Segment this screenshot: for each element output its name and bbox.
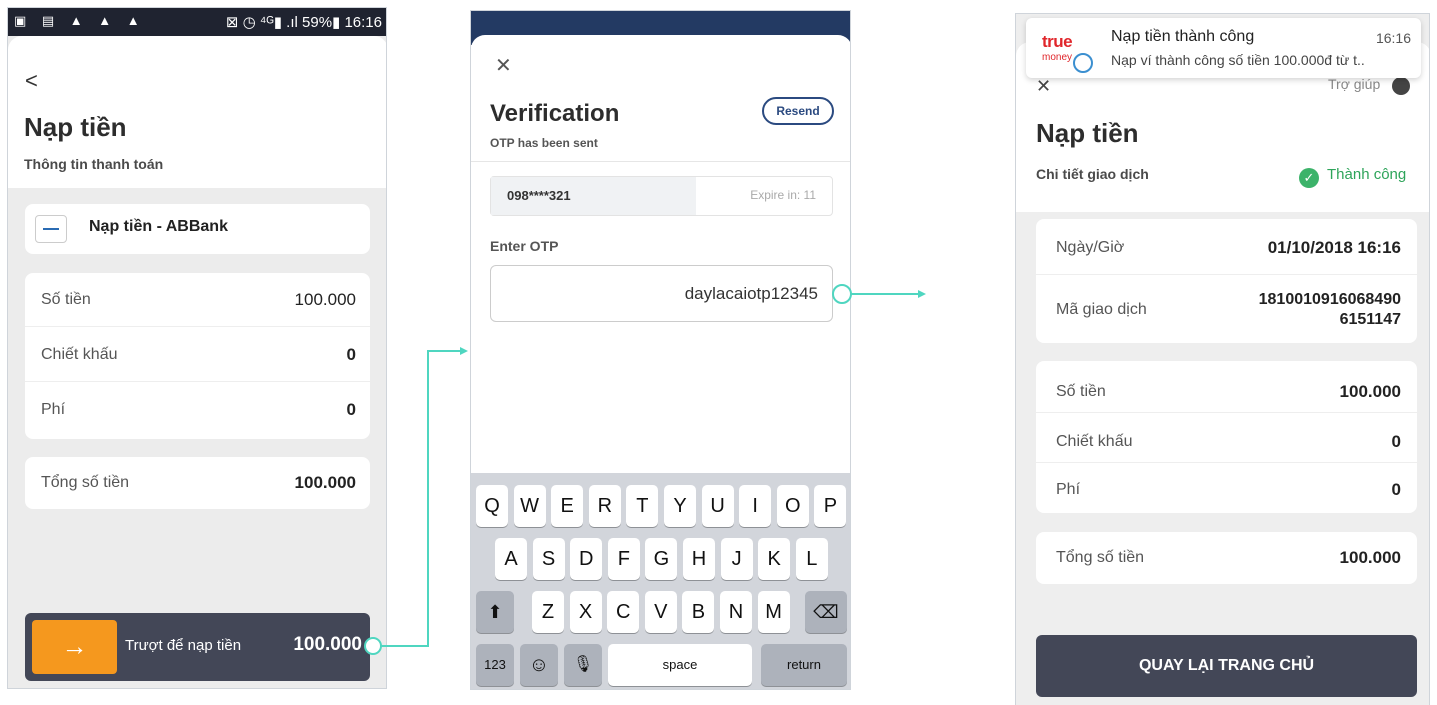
flow-arrows bbox=[364, 284, 926, 655]
arrow-screen2-to-screen3 bbox=[832, 284, 926, 304]
arrow-screen1-to-screen2 bbox=[364, 347, 468, 655]
